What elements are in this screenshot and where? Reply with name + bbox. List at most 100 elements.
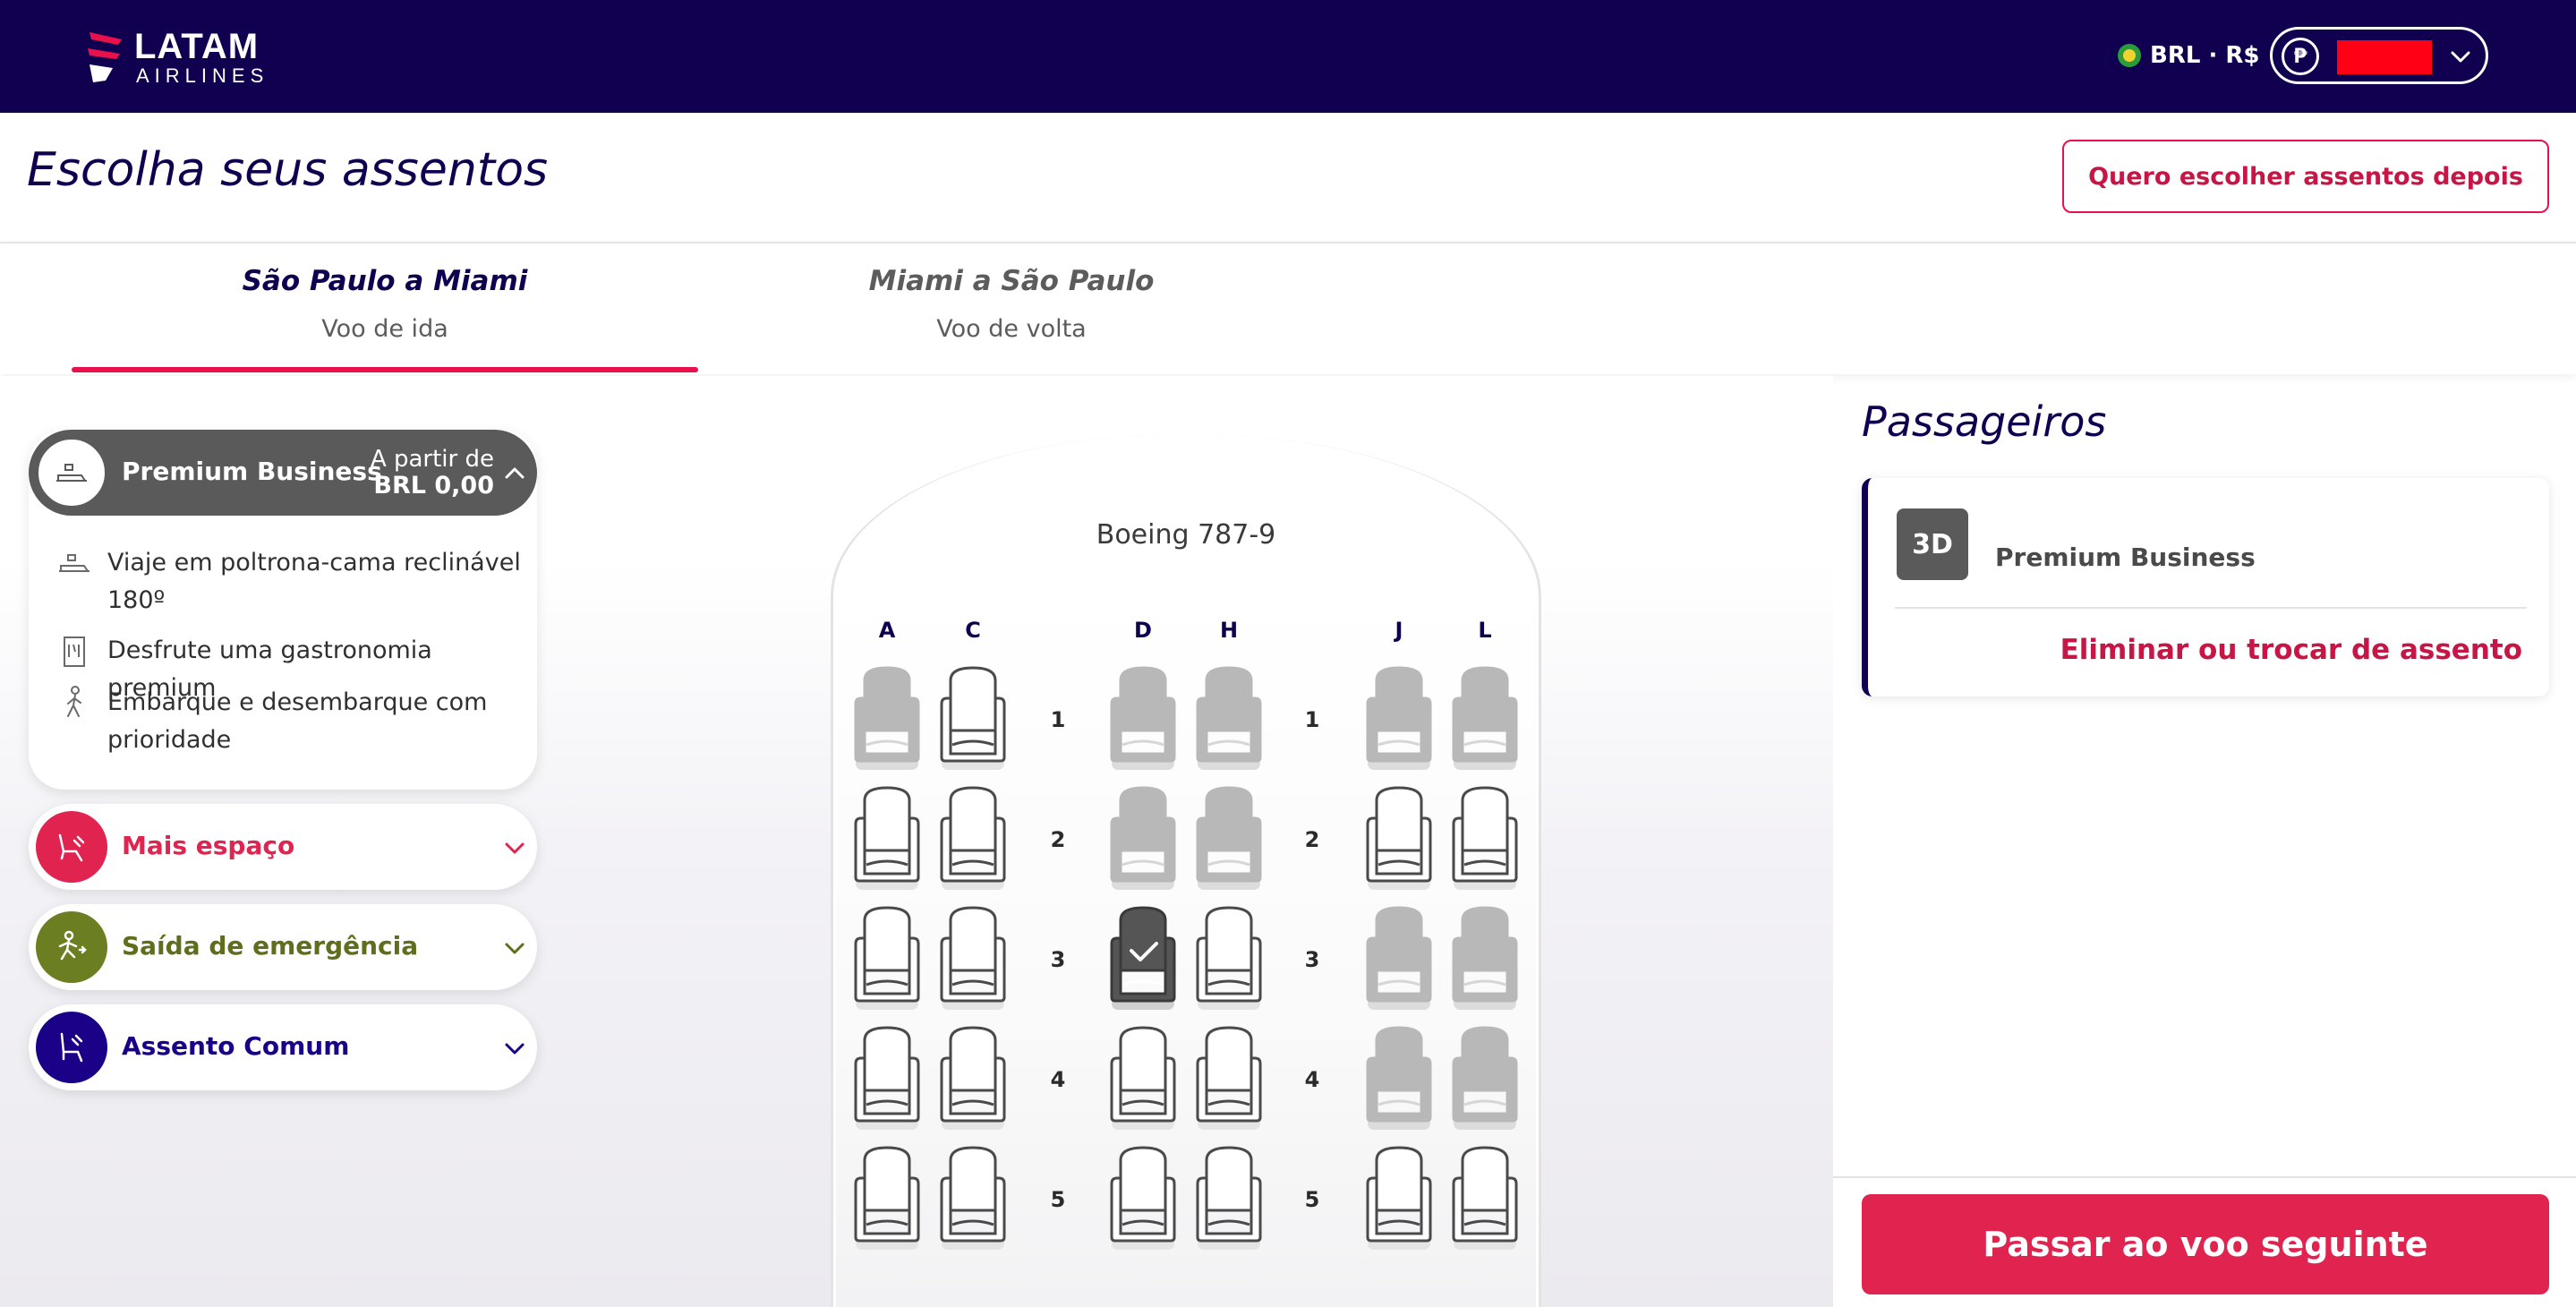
passenger-card: 3D Premium Business Eliminar ou trocar d… xyxy=(1862,478,2549,696)
seat-1h-occupied xyxy=(1194,664,1264,773)
seat-2j-available[interactable] xyxy=(1364,784,1434,893)
seat-4h-available[interactable] xyxy=(1194,1024,1264,1133)
currency-selector[interactable]: BRL · R$ xyxy=(2118,39,2260,72)
account-menu-button[interactable]: ₱ xyxy=(2270,27,2488,84)
tab-direction: Voo de volta xyxy=(936,315,1087,343)
active-tab-indicator xyxy=(72,367,698,372)
seat-row-number: 1 xyxy=(1304,707,1320,732)
loyalty-program-icon: ₱ xyxy=(2282,38,2319,75)
seat-4d-available[interactable] xyxy=(1108,1024,1178,1133)
seat-5h-available[interactable] xyxy=(1194,1144,1264,1253)
category-label: Assento Comum xyxy=(122,1031,350,1061)
seat-3h-available[interactable] xyxy=(1194,904,1264,1013)
seat-row-number: 3 xyxy=(1050,947,1066,972)
tab-direction: Voo de ida xyxy=(321,315,448,343)
divider xyxy=(1833,1176,2576,1178)
seat-1j-occupied xyxy=(1364,664,1434,773)
aircraft-model: Boeing 787-9 xyxy=(1096,519,1276,551)
seat-5a-available[interactable] xyxy=(852,1144,922,1253)
tab-outbound-flight[interactable]: São Paulo a Miami Voo de ida xyxy=(72,243,698,376)
emergency-exit-icon xyxy=(36,911,107,983)
seat-2h-occupied xyxy=(1194,784,1264,893)
cabin-feature: Viaje em poltrona-cama reclinável 180º xyxy=(55,544,521,619)
seat-row-number: 2 xyxy=(1050,827,1066,852)
seat-4j-occupied xyxy=(1364,1024,1434,1133)
seat-2c-available[interactable] xyxy=(938,784,1008,893)
seat-row-number: 1 xyxy=(1050,707,1066,732)
seat-3j-occupied xyxy=(1364,904,1434,1013)
seat-2a-available[interactable] xyxy=(852,784,922,893)
price-value: BRL 0,00 xyxy=(373,472,494,500)
standard-seat-icon xyxy=(36,1012,107,1083)
seat-2l-available[interactable] xyxy=(1450,784,1520,893)
tab-return-flight[interactable]: Miami a São Paulo Voo de volta xyxy=(698,243,1325,376)
seat-column-label: A xyxy=(878,618,896,643)
category-label: Saída de emergência xyxy=(122,931,419,961)
tab-route: Miami a São Paulo xyxy=(868,265,1155,297)
category-emergency-exit[interactable]: Saída de emergência xyxy=(29,904,537,990)
divider xyxy=(1895,607,2527,609)
choose-seats-later-button[interactable]: Quero escolher assentos depois xyxy=(2062,140,2549,213)
seat-1l-occupied xyxy=(1450,664,1520,773)
seat-column-label: J xyxy=(1395,618,1403,643)
category-label: Mais espaço xyxy=(122,831,295,860)
seat-4a-available[interactable] xyxy=(852,1024,922,1133)
seat-3d-selected[interactable] xyxy=(1108,904,1178,1013)
cabin-name: Premium Business xyxy=(122,457,382,486)
seat-1a-occupied xyxy=(852,664,922,773)
account-name-redacted xyxy=(2337,40,2432,74)
next-flight-button[interactable]: Passar ao voo seguinte xyxy=(1862,1194,2549,1294)
seat-4l-occupied xyxy=(1450,1024,1520,1133)
chevron-down-icon xyxy=(505,842,525,854)
seat-column-label: D xyxy=(1134,618,1152,643)
feature-text: Embarque e desembarque com prioridade xyxy=(107,688,488,754)
flat-bed-icon xyxy=(36,437,107,508)
cabin-price: A partir de BRL 0,00 xyxy=(349,446,494,500)
seat-column-label: C xyxy=(965,618,981,643)
seat-5d-available[interactable] xyxy=(1108,1144,1178,1253)
feature-text: Viaje em poltrona-cama reclinável 180º xyxy=(107,549,521,614)
extra-legroom-icon xyxy=(36,811,107,883)
category-standard-seat[interactable]: Assento Comum xyxy=(29,1004,537,1090)
seat-1c-available[interactable] xyxy=(938,664,1008,773)
seat-row-number: 5 xyxy=(1304,1187,1320,1212)
currency-label: BRL · R$ xyxy=(2150,42,2260,69)
chevron-down-icon xyxy=(2451,51,2470,63)
passenger-cabin-class: Premium Business xyxy=(1995,542,2256,572)
chevron-down-icon xyxy=(505,943,525,954)
seat-5j-available[interactable] xyxy=(1364,1144,1434,1253)
walking-person-icon xyxy=(67,686,81,717)
chevron-down-icon xyxy=(505,1043,525,1055)
latam-logo[interactable]: LATAM AIRLINES xyxy=(86,25,292,88)
cabin-feature: Embarque e desembarque com prioridade xyxy=(55,684,521,759)
logo-wordmark: LATAM xyxy=(134,27,260,66)
seat-3c-available[interactable] xyxy=(938,904,1008,1013)
price-prefix: A partir de xyxy=(370,446,494,473)
seat-column-label: L xyxy=(1478,618,1492,643)
seat-row-number: 3 xyxy=(1304,947,1320,972)
assigned-seat-badge: 3D xyxy=(1897,508,1968,580)
page-title: Escolha seus assentos xyxy=(27,143,549,197)
logo-subtitle: AIRLINES xyxy=(136,64,269,87)
flat-bed-icon xyxy=(59,554,90,572)
category-more-space[interactable]: Mais espaço xyxy=(29,804,537,890)
cabin-header-toggle[interactable]: Premium Business A partir de BRL 0,00 xyxy=(29,430,537,516)
brazil-flag-icon xyxy=(2118,44,2141,67)
seat-5l-available[interactable] xyxy=(1450,1144,1520,1253)
passengers-title: Passageiros xyxy=(1862,397,2107,446)
menu-card-icon xyxy=(64,636,85,667)
seat-row-number: 4 xyxy=(1304,1067,1320,1092)
seat-4c-available[interactable] xyxy=(938,1024,1008,1133)
cabin-info-card: Premium Business A partir de BRL 0,00 Vi… xyxy=(29,430,537,790)
seat-5c-available[interactable] xyxy=(938,1144,1008,1253)
seat-1d-occupied xyxy=(1108,664,1178,773)
seat-column-label: H xyxy=(1219,618,1239,643)
seat-row-number: 4 xyxy=(1050,1067,1066,1092)
change-seat-link[interactable]: Eliminar ou trocar de assento xyxy=(2060,634,2522,666)
seat-2d-occupied xyxy=(1108,784,1178,893)
tab-route: São Paulo a Miami xyxy=(242,265,528,297)
seat-3a-available[interactable] xyxy=(852,904,922,1013)
top-navigation-bar: LATAM AIRLINES BRL · R$ ₱ xyxy=(0,0,2576,113)
chevron-up-icon xyxy=(505,467,525,479)
latam-logo-icon xyxy=(88,32,122,82)
